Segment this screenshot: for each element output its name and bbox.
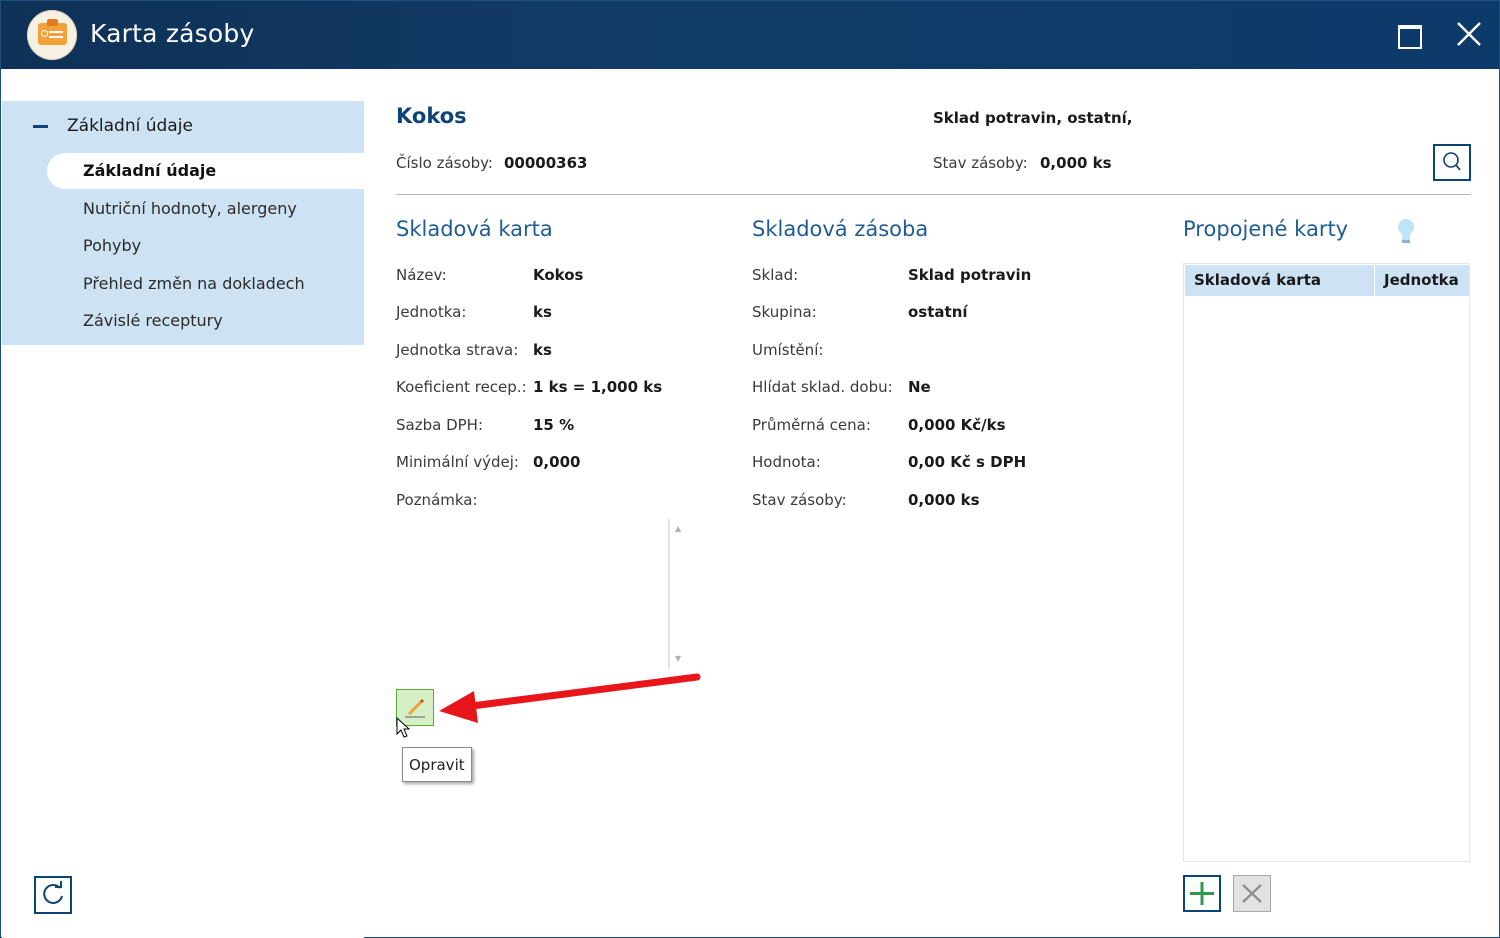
field-value: 15 %: [533, 416, 575, 434]
column-header-stock-card[interactable]: Skladová karta: [1194, 271, 1321, 289]
stock-number-value: 00000363: [504, 154, 588, 172]
note-scrollbar[interactable]: [668, 519, 670, 669]
refresh-icon: [43, 881, 63, 904]
sidebar-group-basic-data[interactable]: Základní údaje: [2, 101, 364, 153]
column-header-unit[interactable]: Jednotka: [1384, 271, 1459, 289]
stock-state-label: Stav zásoby:: [933, 154, 1028, 172]
sidebar-item-movements[interactable]: Pohyby: [47, 228, 364, 264]
sidebar-item-nutrition[interactable]: Nutriční hodnoty, alergeny: [47, 191, 364, 227]
scroll-down-icon[interactable]: ▼: [675, 654, 681, 663]
sidebar-item-basic-data[interactable]: Základní údaje: [47, 153, 364, 189]
close-icon: [1457, 22, 1481, 46]
sidebar-item-label: Základní údaje: [83, 161, 217, 180]
header-divider: [396, 194, 1471, 195]
maximize-button[interactable]: [1391, 17, 1425, 51]
plus-icon: [1190, 882, 1214, 905]
field-label: Hlídat sklad. dobu:: [752, 378, 893, 396]
field-label: Sazba DPH:: [396, 416, 483, 434]
field-label: Koeficient recep.:: [396, 378, 527, 396]
field-label: Hodnota:: [752, 453, 821, 471]
field-label: Jednotka:: [396, 303, 467, 321]
note-label: Poznámka:: [396, 491, 478, 509]
mouse-cursor-icon: [396, 717, 411, 738]
sidebar-item-dependent-recipes[interactable]: Závislé receptury: [47, 303, 364, 339]
sidebar: Základní údaje Základní údaje Nutriční h…: [2, 69, 364, 938]
field-value: ks: [533, 341, 552, 359]
sidebar-group-label: Základní údaje: [67, 116, 193, 136]
remove-linked-card-button[interactable]: [1233, 875, 1271, 912]
field-label: Průměrná cena:: [752, 416, 871, 434]
field-value: ostatní: [908, 303, 968, 321]
scroll-up-icon[interactable]: ▲: [675, 524, 681, 533]
collapse-icon[interactable]: [33, 125, 48, 128]
field-value: 1 ks = 1,000 ks: [533, 378, 663, 396]
window-title: Karta zásoby: [90, 19, 255, 48]
field-value: 0,000 ks: [908, 491, 980, 509]
stock-state-value: 0,000 ks: [1040, 154, 1112, 172]
field-value: Ne: [908, 378, 931, 396]
sidebar-item-label: Nutriční hodnoty, alergeny: [83, 199, 297, 218]
callout-arrow-icon: [439, 673, 701, 723]
search-button[interactable]: [1433, 144, 1471, 181]
stock-card-window: Karta zásoby Základní údaje Základní úda…: [0, 0, 1500, 938]
main-content: Kokos Sklad potravin, ostatní, Číslo zás…: [364, 69, 1500, 938]
field-value: Kokos: [533, 266, 584, 284]
field-value: ks: [533, 303, 552, 321]
field-label: Skupina:: [752, 303, 817, 321]
close-icon: [1242, 884, 1262, 903]
tooltip-text: Opravit: [409, 756, 465, 774]
stock-card-app-icon: [27, 10, 77, 60]
sidebar-item-document-changes[interactable]: Přehled změn na dokladech: [47, 266, 364, 302]
field-value: 0,00 Kč s DPH: [908, 453, 1027, 471]
field-value: Sklad potravin: [908, 266, 1032, 284]
field-value: 0,000: [533, 453, 581, 471]
linked-cards-section-title: Propojené karty: [1183, 217, 1349, 241]
warehouse-summary: Sklad potravin, ostatní,: [933, 109, 1133, 127]
edit-tooltip: Opravit: [402, 747, 472, 782]
field-label: Stav zásoby:: [752, 491, 847, 509]
field-label: Sklad:: [752, 266, 799, 284]
refresh-button[interactable]: [34, 876, 72, 914]
sidebar-item-label: Přehled změn na dokladech: [83, 274, 305, 293]
sidebar-nav: Základní údaje Základní údaje Nutriční h…: [2, 101, 364, 345]
close-button[interactable]: [1452, 17, 1486, 51]
title-bar: Karta zásoby: [1, 1, 1499, 69]
item-name: Kokos: [396, 104, 467, 128]
sidebar-item-label: Pohyby: [83, 236, 142, 255]
sidebar-item-label: Závislé receptury: [83, 311, 223, 330]
field-label: Umístění:: [752, 341, 824, 359]
add-linked-card-button[interactable]: [1183, 875, 1221, 912]
stock-card-section-title: Skladová karta: [396, 217, 553, 241]
search-icon: [1443, 152, 1461, 171]
column-divider: [1374, 265, 1375, 296]
field-label: Jednotka strava:: [396, 341, 519, 359]
lightbulb-icon[interactable]: [1395, 217, 1417, 245]
field-label: Název:: [396, 266, 447, 284]
field-value: 0,000 Kč/ks: [908, 416, 1006, 434]
linked-cards-table[interactable]: Skladová karta Jednotka: [1183, 263, 1470, 862]
table-header: Skladová karta Jednotka: [1185, 265, 1469, 296]
stock-number-label: Číslo zásoby:: [396, 154, 493, 172]
stock-supply-section-title: Skladová zásoba: [752, 217, 929, 241]
field-label: Minimální výdej:: [396, 453, 519, 471]
